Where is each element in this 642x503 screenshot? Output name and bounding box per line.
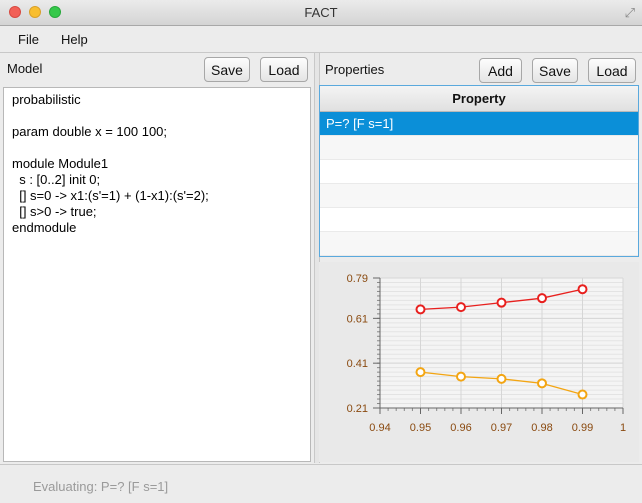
properties-table: Property P=? [F s=1] [319, 85, 639, 257]
properties-load-button[interactable]: Load [588, 58, 636, 83]
y-tick-label: 0.21 [347, 403, 368, 415]
result-chart: 0.94 0.95 0.96 0.97 0.98 0.99 1 0.21 0.41 0.61 0.7… [319, 262, 639, 462]
properties-add-button[interactable]: Add [479, 58, 522, 83]
properties-save-button[interactable]: Save [532, 58, 578, 83]
model-label: Model [7, 61, 43, 76]
status-bar: Evaluating: P=? [F s=1] [0, 464, 642, 503]
menu-file[interactable]: File [18, 32, 39, 47]
table-row[interactable] [320, 232, 638, 256]
fullscreen-icon[interactable]: ⤢ [625, 5, 635, 21]
data-point [537, 378, 547, 389]
window-title: FACT [304, 5, 338, 20]
model-save-button[interactable]: Save [204, 57, 250, 82]
y-tick-label: 0.79 [347, 273, 368, 285]
x-tick-label: 0.99 [572, 422, 593, 434]
x-tick-label: 0.95 [410, 422, 431, 434]
table-row[interactable] [320, 208, 638, 232]
data-point [456, 302, 466, 313]
data-point [537, 293, 547, 304]
data-point [415, 367, 426, 378]
table-row[interactable]: P=? [F s=1] [320, 112, 638, 136]
menu-help[interactable]: Help [61, 32, 88, 47]
data-point [577, 284, 588, 295]
y-tick-label: 0.41 [347, 358, 368, 370]
title-bar: FACT ⤢ [0, 0, 642, 26]
properties-label: Properties [325, 62, 385, 77]
data-point [456, 371, 466, 382]
result-chart-svg: 0.94 0.95 0.96 0.97 0.98 0.99 1 0.21 0.41 0.61 0.7… [319, 262, 639, 462]
x-tick-label: 1 [620, 422, 626, 434]
data-point [415, 304, 426, 315]
data-point [496, 373, 507, 384]
data-point [496, 297, 507, 308]
model-load-button[interactable]: Load [260, 57, 308, 82]
x-tick-label: 0.94 [369, 422, 390, 434]
data-point [577, 389, 588, 400]
x-tick-label: 0.96 [450, 422, 471, 434]
menu-bar: File Help [0, 27, 642, 52]
x-tick-label: 0.98 [531, 422, 552, 434]
x-tick-label: 0.97 [491, 422, 512, 434]
property-column-header[interactable]: Property [320, 86, 638, 112]
model-editor[interactable]: probabilistic param double x = 100 100; … [3, 87, 311, 462]
status-text: Evaluating: P=? [F s=1] [33, 479, 169, 494]
table-row[interactable] [320, 160, 638, 184]
table-row[interactable] [320, 184, 638, 208]
menu-separator [0, 52, 642, 53]
y-tick-label: 0.61 [347, 313, 368, 325]
table-row[interactable] [320, 136, 638, 160]
